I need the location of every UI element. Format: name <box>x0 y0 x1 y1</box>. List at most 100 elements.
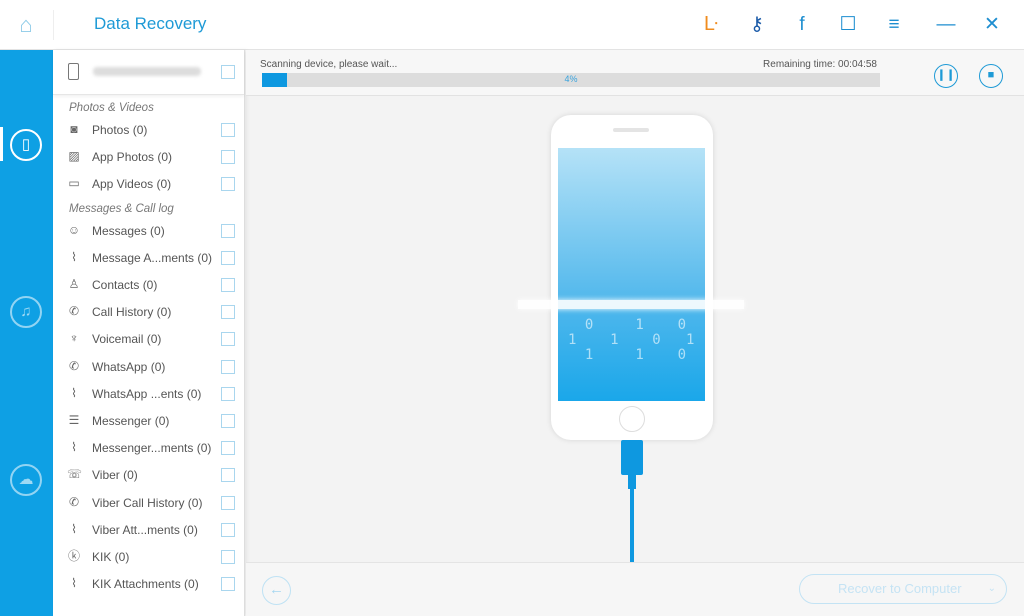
category-checkbox[interactable] <box>221 250 235 265</box>
category-label: Messenger (0) <box>92 414 170 428</box>
active-indicator <box>0 127 3 161</box>
category-label: Voicemail (0) <box>92 332 162 347</box>
category-item[interactable]: ☺ Messages (0) <box>53 220 244 242</box>
app-title: Data Recovery <box>94 14 207 33</box>
category-label: Messages (0) <box>92 223 165 238</box>
viber-icon: ☏ <box>67 467 83 482</box>
recover-to-computer-button[interactable]: Recover to Computer ⌄ <box>799 574 1007 604</box>
cable-wire <box>630 488 634 563</box>
chevron-down-icon[interactable]: ⌄ <box>988 575 996 602</box>
whatsapp-icon: ✆ <box>68 358 80 373</box>
footer-bar: ← Recover to Computer ⌄ <box>246 562 1024 616</box>
category-checkbox[interactable] <box>221 150 235 165</box>
category-checkbox[interactable] <box>221 305 235 320</box>
category-item[interactable]: ◙ Photos (0) <box>53 119 244 141</box>
title-bar: ⌂ Data Recovery ᒷ ⚷ f ☐ ≡ — ✕ <box>0 0 1024 50</box>
category-label: KIK (0) <box>92 550 130 564</box>
category-checkbox[interactable] <box>221 550 235 564</box>
category-item[interactable]: ⌇ WhatsApp ...ents (0) <box>53 383 244 405</box>
device-recover-icon[interactable]: ▯ <box>10 129 42 161</box>
attachment-icon: ⌇ <box>71 440 77 455</box>
category-item[interactable]: ⌇ Messenger...ments (0) <box>53 437 244 459</box>
device-icon <box>68 63 79 80</box>
category-checkbox[interactable] <box>221 332 235 347</box>
category-label: App Videos (0) <box>92 177 172 192</box>
camera-icon: ◙ <box>70 122 78 136</box>
category-item[interactable]: ✆ Call History (0) <box>53 301 244 323</box>
binary-animation: 0 1 0 1 1 0 1 1 1 0 <box>568 317 695 363</box>
back-button[interactable]: ← <box>262 576 291 605</box>
facebook-icon[interactable]: f <box>790 12 814 38</box>
recover-label: Recover to Computer <box>838 581 962 596</box>
category-checkbox[interactable] <box>221 522 235 537</box>
feedback-icon[interactable]: ☐ <box>836 12 860 38</box>
category-item[interactable]: ▭ App Videos (0) <box>53 173 244 195</box>
attachment-icon: ⌇ <box>71 576 77 591</box>
minimize-icon[interactable]: — <box>934 12 958 38</box>
home-icon[interactable]: ⌂ <box>14 13 38 37</box>
category-checkbox[interactable] <box>221 123 235 137</box>
category-item[interactable]: ✆ WhatsApp (0) <box>53 356 244 378</box>
kik-icon: ⓚ <box>67 549 80 563</box>
phone-speaker <box>613 128 649 132</box>
category-checkbox[interactable] <box>221 223 235 238</box>
attachment-icon: ⌇ <box>71 521 77 536</box>
category-item[interactable]: ⌇ Message A...ments (0) <box>53 247 244 269</box>
category-checkbox[interactable] <box>221 495 235 510</box>
category-checkbox[interactable] <box>221 177 235 192</box>
category-item[interactable]: ⌇ Viber Att...ments (0) <box>53 519 244 541</box>
category-item[interactable]: ▨ App Photos (0) <box>53 146 244 168</box>
category-checkbox[interactable] <box>221 386 235 401</box>
itunes-recover-icon[interactable]: ♫ <box>10 296 42 328</box>
menu-icon[interactable]: ≡ <box>882 12 906 38</box>
category-item[interactable]: ⌇ KIK Attachments (0) <box>53 573 244 595</box>
category-panel: Photos & Videos ◙ Photos (0) ▨ App Photos (0… <box>53 50 245 616</box>
phone-icon: ✆ <box>68 494 80 509</box>
image-icon: ▨ <box>68 149 80 164</box>
messenger-icon: ☰ <box>68 413 80 427</box>
progress-area: Scanning device, please wait... Remainin… <box>246 50 1024 96</box>
category-item[interactable]: ☏ Viber (0) <box>53 464 244 486</box>
contact-icon: ♙ <box>68 277 80 291</box>
attachment-icon: ⌇ <box>71 385 77 400</box>
pause-button[interactable]: ❙❙ <box>934 64 958 88</box>
category-checkbox[interactable] <box>221 278 235 292</box>
progress-percent: 4% <box>564 74 578 84</box>
mode-sidebar: ▯ ♫ ☁ <box>0 50 53 616</box>
category-label: Call History (0) <box>92 305 172 320</box>
category-item[interactable]: ✆ Viber Call History (0) <box>53 492 244 514</box>
phone-icon: ✆ <box>68 304 80 319</box>
cable-illustration <box>621 440 643 475</box>
phone-illustration <box>551 115 713 440</box>
progress-bar: 4% <box>262 73 880 87</box>
category-checkbox[interactable] <box>221 468 235 483</box>
group-header: Photos & Videos <box>69 102 154 114</box>
video-icon: ▭ <box>68 176 80 191</box>
category-label: Viber (0) <box>92 468 138 483</box>
close-icon[interactable]: ✕ <box>980 12 1004 38</box>
stop-button[interactable]: ■ <box>979 64 1003 88</box>
icloud-recover-icon[interactable]: ☁ <box>10 464 42 496</box>
phone-screen <box>558 148 705 401</box>
category-checkbox[interactable] <box>221 359 235 374</box>
category-item[interactable]: ♙ Contacts (0) <box>53 274 244 296</box>
category-checkbox[interactable] <box>221 414 235 428</box>
category-item[interactable]: ⓚ KIK (0) <box>53 546 244 568</box>
category-label: Photos (0) <box>92 123 148 137</box>
category-label: App Photos (0) <box>92 150 173 165</box>
category-label: Messenger...ments (0) <box>92 441 212 456</box>
select-all-checkbox[interactable] <box>221 65 235 79</box>
microphone-icon: ♆ <box>69 331 79 346</box>
category-label: KIK Attachments (0) <box>92 577 199 592</box>
device-name-blurred <box>93 67 201 76</box>
category-checkbox[interactable] <box>221 441 235 456</box>
message-icon: ☺ <box>67 222 81 237</box>
cart-icon[interactable]: ᒷ <box>699 12 723 38</box>
category-item[interactable]: ☰ Messenger (0) <box>53 410 244 432</box>
device-row <box>53 50 244 95</box>
key-icon[interactable]: ⚷ <box>745 12 769 38</box>
category-checkbox[interactable] <box>221 577 235 592</box>
category-item[interactable]: ♆ Voicemail (0) <box>53 328 244 350</box>
divider <box>53 10 54 40</box>
group-header: Messages & Call log <box>69 202 174 215</box>
